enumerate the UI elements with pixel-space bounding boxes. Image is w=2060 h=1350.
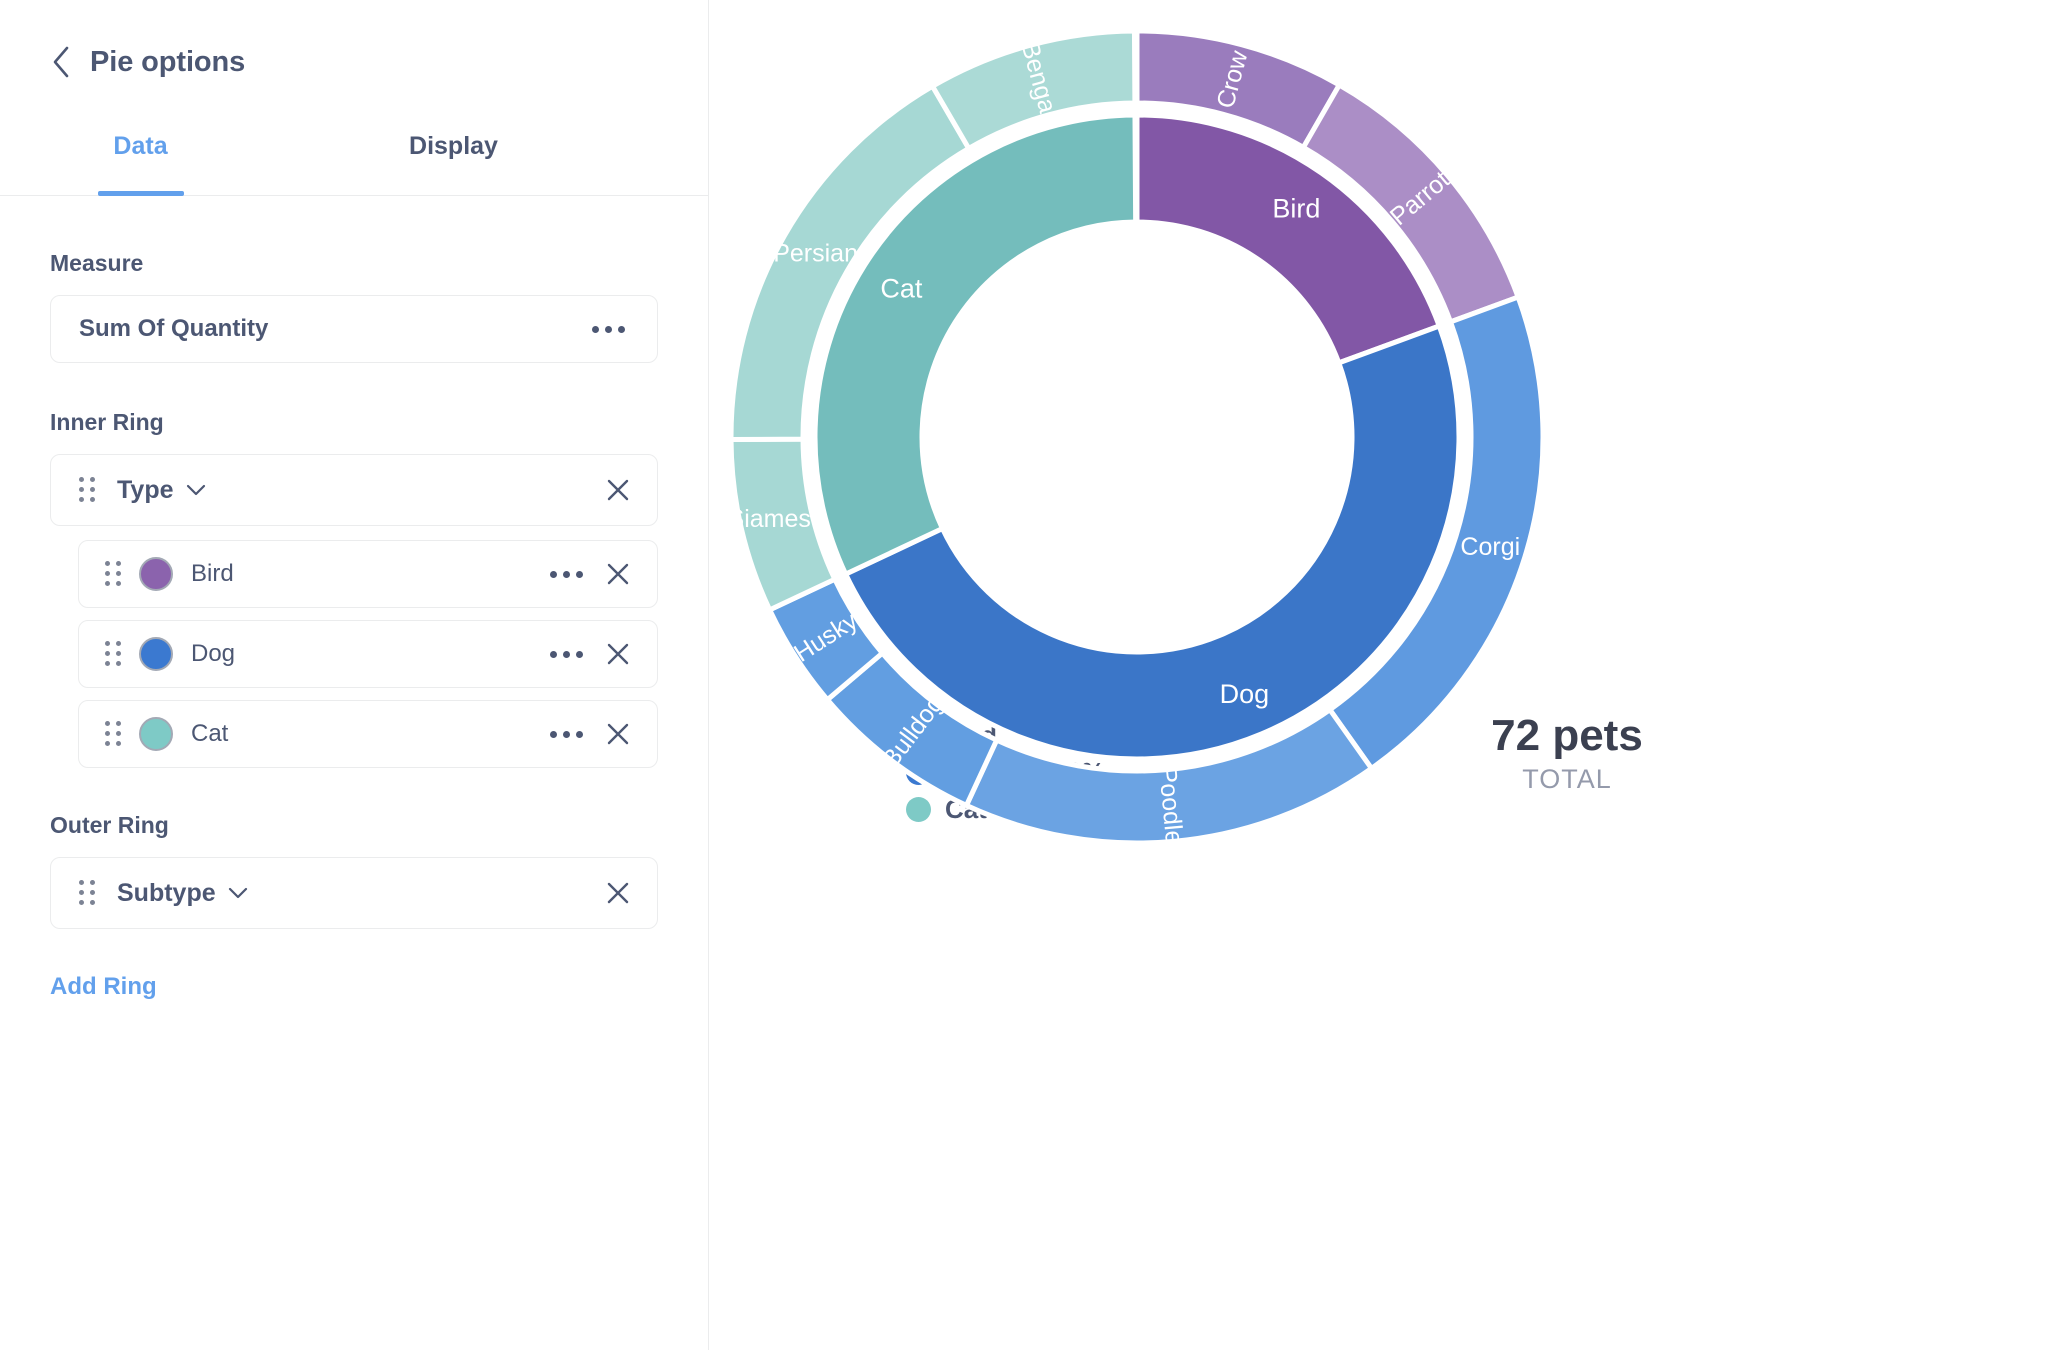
list-item-label: Bird	[191, 560, 234, 588]
measure-value: Sum Of Quantity	[79, 315, 268, 343]
ellipsis-icon[interactable]	[584, 318, 633, 341]
sunburst-donut-chart: CrowParrotCorgiPoodleBulldogHuskySiamese…	[709, 0, 2060, 1350]
outer-ring-field-name: Subtype	[117, 879, 216, 908]
close-icon[interactable]	[601, 473, 635, 507]
ellipsis-icon[interactable]	[542, 563, 591, 586]
outer-ring-field-row[interactable]: Subtype	[50, 857, 658, 929]
slice-label: Cat	[880, 274, 923, 304]
tab-bar: Data Display	[0, 132, 708, 196]
color-swatch[interactable]	[139, 637, 173, 671]
close-icon[interactable]	[601, 637, 635, 671]
list-item-label: Dog	[191, 640, 235, 668]
page-title: Pie options	[90, 46, 245, 79]
outer-ring-label: Outer Ring	[50, 812, 658, 839]
slice-label: Dog	[1220, 679, 1270, 709]
slice-label: Bird	[1272, 194, 1320, 224]
inner-ring-label: Inner Ring	[50, 409, 658, 436]
tab-data[interactable]: Data	[48, 132, 233, 195]
panel-header: Pie options	[0, 0, 708, 86]
add-ring-button[interactable]: Add Ring	[0, 973, 157, 1001]
ellipsis-icon[interactable]	[542, 643, 591, 666]
slice-label: Siamese	[728, 505, 825, 533]
back-chevron-icon[interactable]	[46, 47, 76, 77]
chevron-down-icon[interactable]	[186, 484, 206, 496]
inner-ring-field-name: Type	[117, 476, 174, 505]
chart-area: Bird 19.4% Dog 48.6% Cat 31.9% CrowParro…	[709, 0, 2060, 1350]
drag-handle-icon[interactable]	[105, 561, 123, 587]
list-item[interactable]: Bird	[78, 540, 658, 608]
list-item[interactable]: Dog	[78, 620, 658, 688]
close-icon[interactable]	[601, 876, 635, 910]
list-item[interactable]: Cat	[78, 700, 658, 768]
measure-field[interactable]: Sum Of Quantity	[50, 295, 658, 363]
inner-ring-field-row[interactable]: Type	[50, 454, 658, 526]
pie-options-screen: Pie options Data Display Measure Sum Of …	[0, 0, 2060, 1350]
tab-display[interactable]: Display	[361, 132, 546, 195]
slice-label: Persian	[773, 240, 858, 268]
close-icon[interactable]	[601, 557, 635, 591]
measure-section: Measure Sum Of Quantity	[0, 250, 708, 363]
list-item-label: Cat	[191, 720, 228, 748]
ellipsis-icon[interactable]	[542, 723, 591, 746]
donut-svg: CrowParrotCorgiPoodleBulldogHuskySiamese…	[709, 0, 2060, 1350]
pie-options-sidebar: Pie options Data Display Measure Sum Of …	[0, 0, 709, 1350]
slice-label: Corgi	[1460, 533, 1520, 561]
outer-ring-section: Outer Ring Subtype	[0, 812, 708, 929]
chevron-down-icon[interactable]	[228, 887, 248, 899]
drag-handle-icon[interactable]	[79, 477, 97, 503]
inner-ring-item-list: Bird Dog	[50, 540, 658, 768]
measure-label: Measure	[50, 250, 658, 277]
color-swatch[interactable]	[139, 557, 173, 591]
drag-handle-icon[interactable]	[79, 880, 97, 906]
inner-ring-section: Inner Ring Type	[0, 409, 708, 768]
drag-handle-icon[interactable]	[105, 721, 123, 747]
color-swatch[interactable]	[139, 717, 173, 751]
drag-handle-icon[interactable]	[105, 641, 123, 667]
close-icon[interactable]	[601, 717, 635, 751]
inner-ring-slices	[815, 115, 1459, 759]
